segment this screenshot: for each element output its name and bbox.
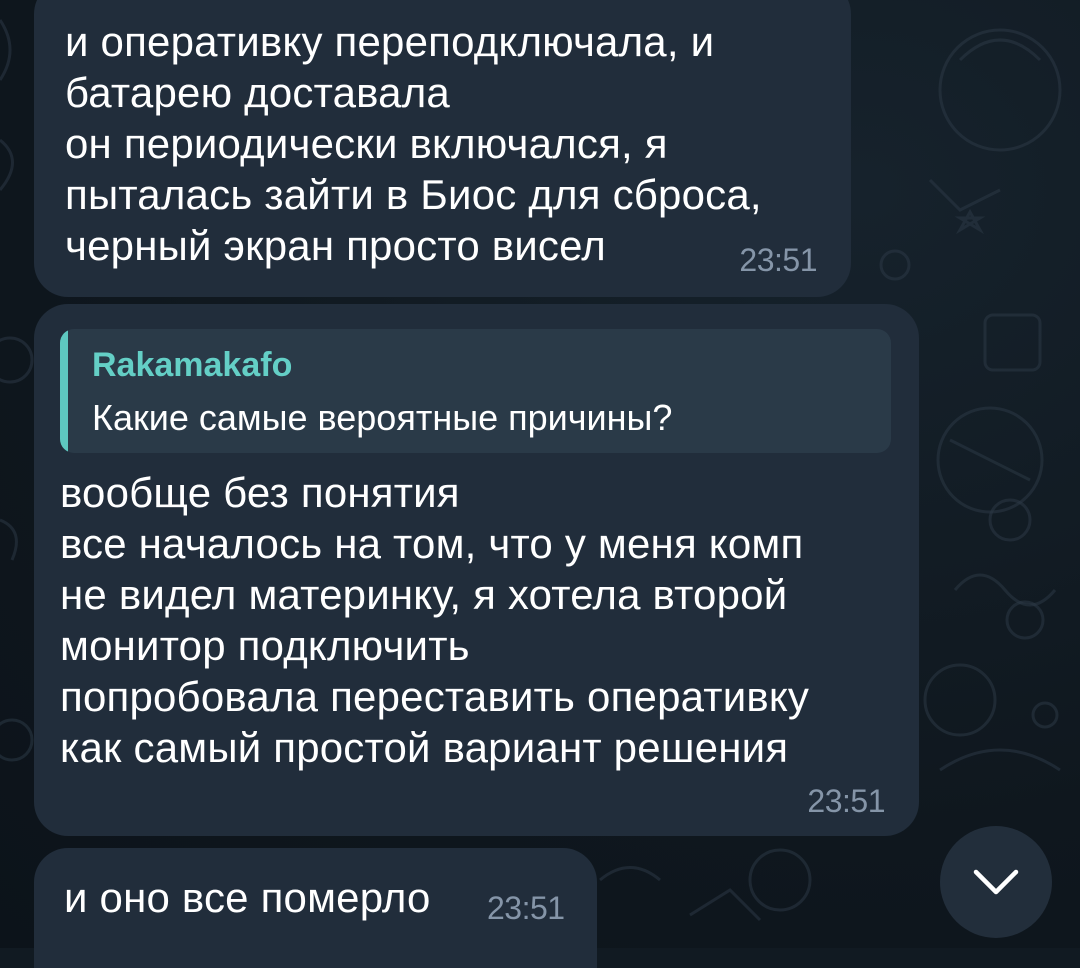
message-time: 23:51: [807, 783, 885, 819]
scroll-down-button[interactable]: [940, 826, 1052, 938]
reply-quote[interactable]: Rakamakafo Какие самые вероятные причины…: [60, 329, 891, 453]
message-text: и оперативку переподключала, и батарею д…: [65, 18, 762, 269]
chevron-down-icon: [973, 869, 1019, 895]
message-time: 23:51: [739, 242, 817, 278]
message-time: 23:51: [487, 890, 565, 926]
message-text: вообще без понятия все началось на том, …: [60, 469, 810, 771]
message-bubble[interactable]: и оно все померло 23:51: [34, 848, 597, 968]
message-bubble[interactable]: и оперативку переподключала, и батарею д…: [34, 0, 851, 297]
reply-author: Rakamakafo: [92, 346, 293, 384]
reply-accent-bar: [60, 329, 68, 453]
reply-text: Какие самые вероятные причины?: [92, 397, 673, 438]
message-bubble[interactable]: Rakamakafo Какие самые вероятные причины…: [34, 304, 919, 836]
